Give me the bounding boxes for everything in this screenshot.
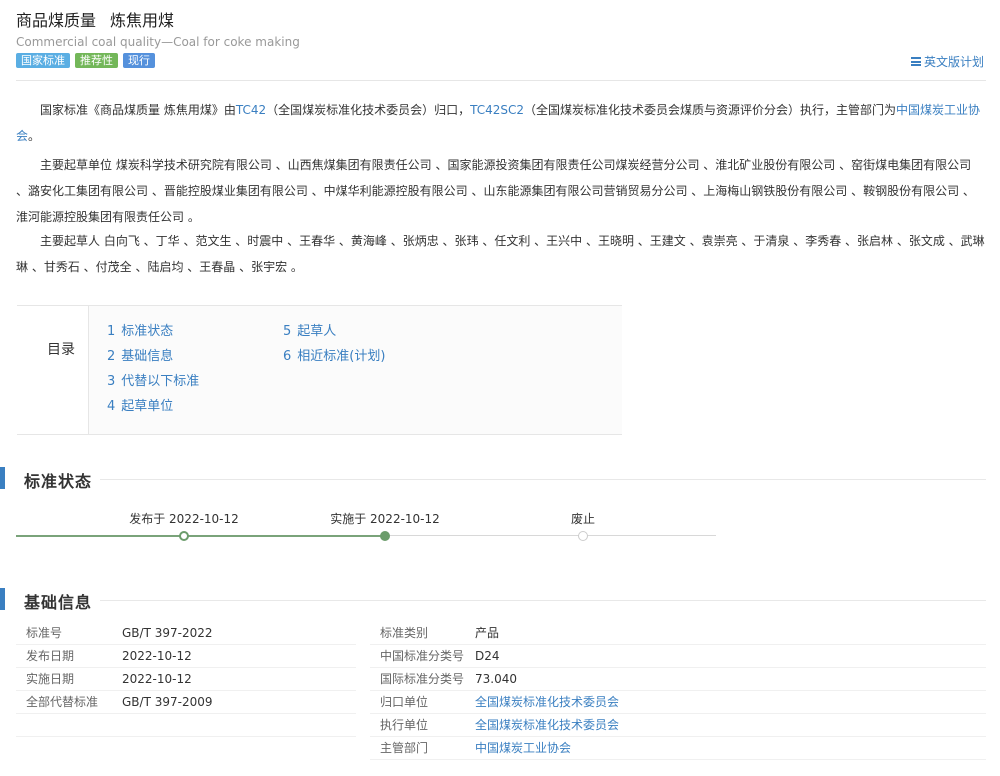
table-of-contents: 目录 1 标准状态 2 基础信息 3 代替以下标准 4 起草单位 5 起草人 6 相近标准(…: [17, 305, 622, 435]
table-row: 全部代替标准 GB/T 397-2009 归口单位 全国煤炭标准化技术委员会: [16, 691, 986, 714]
timeline-node-published: 发布于 2022-10-12: [109, 510, 259, 541]
timeline-node-abolished: 废止: [508, 510, 658, 541]
row-divider: [370, 759, 986, 760]
toc-num: 6: [283, 349, 292, 364]
badge-current[interactable]: 现行: [123, 53, 155, 68]
intro-text: 。: [28, 129, 41, 143]
toc-num: 4: [107, 399, 116, 414]
intro-text: （全国煤炭标准化技术委员会）归口，: [266, 103, 471, 117]
toc-item-label: 代替以下标准: [121, 374, 200, 389]
toc-num: 2: [107, 349, 116, 364]
info-value: 2022-10-12: [122, 672, 192, 686]
toc-column-2: 5 起草人 6 相近标准(计划): [283, 322, 385, 372]
header-divider: [16, 80, 986, 81]
info-key: 国际标准分类号: [380, 672, 465, 686]
toc-column-1: 1 标准状态 2 基础信息 3 代替以下标准 4 起草单位: [107, 322, 199, 422]
info-key: 归口单位: [380, 695, 429, 709]
info-key: 实施日期: [26, 672, 75, 686]
info-value-link[interactable]: 中国煤炭工业协会: [475, 737, 571, 760]
info-value: D24: [475, 649, 500, 663]
basic-info-table: 标准号 GB/T 397-2022 标准类别 产品 发布日期 2022-10-1…: [16, 622, 986, 760]
info-key: 中国标准分类号: [380, 649, 465, 663]
toc-item-label: 起草单位: [121, 399, 174, 414]
list-icon: [910, 57, 921, 66]
tc42-link[interactable]: TC42: [236, 103, 266, 117]
timeline-dot: [380, 531, 390, 541]
section-title: 标准状态: [24, 472, 93, 491]
table-row: 发布日期 2022-10-12 中国标准分类号 D24: [16, 645, 986, 668]
toc-item-drafters[interactable]: 5 起草人: [283, 322, 385, 347]
toc-num: 1: [107, 324, 116, 339]
section-divider: [100, 479, 986, 480]
toc-item-label: 标准状态: [121, 324, 174, 339]
table-row: 实施日期 2022-10-12 国际标准分类号 73.040: [16, 668, 986, 691]
toc-item-similar-standards[interactable]: 6 相近标准(计划): [283, 347, 385, 372]
info-key: 发布日期: [26, 649, 75, 663]
title-en: Commercial coal quality—Coal for coke ma…: [16, 35, 300, 49]
info-key: 执行单位: [380, 718, 429, 732]
toc-item-replaces[interactable]: 3 代替以下标准: [107, 372, 199, 397]
english-plan-label: 英文版计划: [923, 55, 984, 69]
info-key: 全部代替标准: [26, 695, 99, 709]
standard-header: 商品煤质量 炼焦用煤 Commercial coal quality—Coal f…: [16, 10, 986, 69]
toc-label-text: 目录: [47, 342, 75, 358]
intro-text: 国家标准《商品煤质量 炼焦用煤》由: [40, 103, 236, 117]
toc-item-label: 基础信息: [121, 349, 174, 364]
toc-item-basic-info[interactable]: 2 基础信息: [107, 347, 199, 372]
table-row: 执行单位 全国煤炭标准化技术委员会: [16, 714, 986, 737]
timeline-dot: [179, 531, 189, 541]
section-title: 基础信息: [24, 593, 93, 612]
title-cn-sub: 炼焦用煤: [110, 11, 175, 30]
status-timeline: 发布于 2022-10-12 实施于 2022-10-12 废止: [16, 510, 716, 550]
info-value: 2022-10-12: [122, 649, 192, 663]
toc-item-drafting-units[interactable]: 4 起草单位: [107, 397, 199, 422]
intro-paragraph-committee: 国家标准《商品煤质量 炼焦用煤》由TC42（全国煤炭标准化技术委员会）归口，TC…: [16, 97, 986, 149]
toc-item-label: 起草人: [297, 324, 337, 339]
info-value-link[interactable]: 全国煤炭标准化技术委员会: [475, 714, 619, 737]
status-badges: 国家标准 推荐性 现行: [16, 53, 986, 69]
info-key: 主管部门: [380, 741, 429, 755]
section-basic-info: 基础信息: [0, 588, 986, 612]
info-value-link[interactable]: 全国煤炭标准化技术委员会: [475, 691, 619, 714]
timeline-label: 废止: [570, 512, 595, 526]
info-value: 产品: [475, 626, 500, 640]
table-row: 标准号 GB/T 397-2022 标准类别 产品: [16, 622, 986, 645]
replaced-standard-value: GB/T 397-2009: [122, 695, 213, 709]
timeline-label: 发布于 2022-10-12: [129, 512, 239, 526]
section-accent-bar: [0, 467, 5, 489]
toc-item-label: 相近标准(计划): [297, 349, 386, 364]
toc-item-status[interactable]: 1 标准状态: [107, 322, 199, 347]
section-accent-bar: [0, 588, 5, 610]
english-plan-link[interactable]: 英文版计划: [910, 53, 984, 70]
tc42sc2-link[interactable]: TC42SC2: [470, 103, 524, 117]
info-value: 73.040: [475, 672, 517, 686]
intro-text: （全国煤炭标准化技术委员会煤质与资源评价分会）执行，主管部门为: [524, 103, 897, 117]
toc-label: 目录: [17, 306, 89, 434]
intro-paragraph-drafting-units: 主要起草单位 煤炭科学技术研究院有限公司 、山西焦煤集团有限责任公司 、国家能源…: [16, 158, 975, 224]
badge-recommended: 推荐性: [75, 53, 118, 68]
section-standard-status: 标准状态: [0, 467, 986, 491]
info-key: 标准号: [26, 626, 63, 640]
info-value: GB/T 397-2022: [122, 626, 213, 640]
timeline-dot: [578, 531, 588, 541]
intro-paragraph-drafters: 主要起草人 白向飞 、丁华 、范文生 、时震中 、王春华 、黄海峰 、张炳忠 、…: [16, 234, 985, 274]
toc-num: 5: [283, 324, 292, 339]
toc-num: 3: [107, 374, 116, 389]
badge-national-standard: 国家标准: [16, 53, 70, 68]
title-cn: 商品煤质量: [16, 11, 97, 30]
timeline-label: 实施于 2022-10-12: [330, 512, 440, 526]
section-divider: [100, 600, 986, 601]
page-title: 商品煤质量 炼焦用煤: [16, 10, 986, 32]
table-row: 主管部门 中国煤炭工业协会: [16, 737, 986, 760]
timeline-node-implemented: 实施于 2022-10-12: [310, 510, 460, 541]
timeline-progress: [16, 535, 386, 537]
info-key: 标准类别: [380, 626, 429, 640]
